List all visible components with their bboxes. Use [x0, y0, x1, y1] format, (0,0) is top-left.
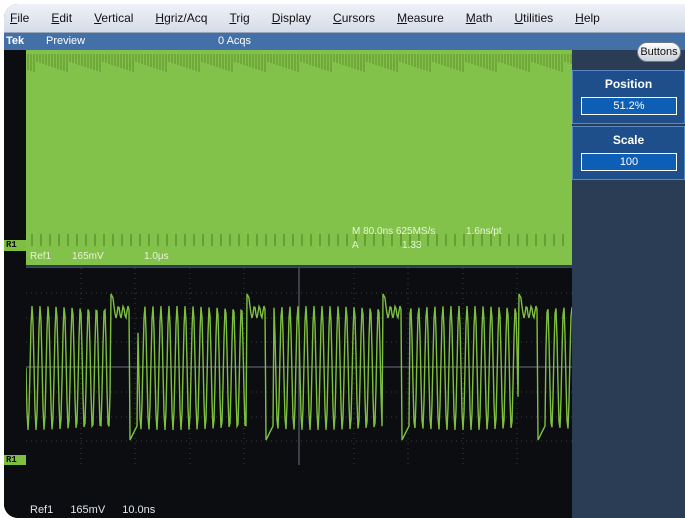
- overview-ref-time: 1.0μs: [144, 251, 169, 262]
- menu-utilities[interactable]: Utilities: [514, 11, 553, 25]
- zoom-waveform-display[interactable]: [26, 267, 572, 465]
- horizontal-readout: M 80.0ns 625MS/s: [352, 226, 436, 237]
- status-bar: Tek Preview 0 Acqs: [4, 33, 685, 50]
- trigger-source-readout: A: [352, 240, 359, 251]
- zoom-control-panel: Position 51.2% Scale 100: [572, 50, 685, 518]
- zoom-ref-label: Ref1: [30, 504, 54, 516]
- overview-waveform-display[interactable]: Ref1 165mV 1.0μs M 80.0ns 625MS/s 1.6ns/…: [26, 50, 572, 265]
- scale-value-field[interactable]: 100: [581, 153, 677, 171]
- zoom-ref-scale: 165mV: [70, 504, 106, 516]
- menu-math[interactable]: Math: [466, 11, 493, 25]
- position-control[interactable]: Position 51.2%: [572, 70, 685, 124]
- brand-label: Tek: [6, 35, 25, 47]
- menu-trig[interactable]: Trig: [229, 11, 249, 25]
- menu-display[interactable]: Display: [272, 11, 311, 25]
- scale-label: Scale: [612, 133, 645, 147]
- menu-measure[interactable]: Measure: [397, 11, 444, 25]
- acq-count-label: 0 Acqs: [218, 35, 252, 47]
- trigger-level-readout: 1.33: [402, 240, 422, 251]
- scale-control[interactable]: Scale 100: [572, 126, 685, 180]
- menu-edit[interactable]: Edit: [51, 11, 72, 25]
- scope-window: File Edit Vertical Hgriz/Acq Trig Display Curs…: [4, 4, 685, 518]
- buttons-button[interactable]: Buttons: [637, 42, 681, 62]
- position-value-field[interactable]: 51.2%: [581, 97, 677, 115]
- menu-horiz-acq[interactable]: Hgriz/Acq: [155, 11, 207, 25]
- resolution-readout: 1.6ns/pt: [466, 226, 502, 237]
- menu-file[interactable]: File: [10, 11, 29, 25]
- position-label: Position: [604, 77, 653, 91]
- zoom-ref-time: 10.0ns: [122, 504, 156, 516]
- channel-marker-strip: R1 R1: [4, 50, 26, 518]
- menu-cursors[interactable]: Cursors: [333, 11, 375, 25]
- ref1-upper-marker[interactable]: R1: [4, 240, 26, 251]
- menu-help[interactable]: Help: [575, 11, 600, 25]
- acq-mode-label: Preview: [46, 35, 86, 47]
- menu-vertical[interactable]: Vertical: [94, 11, 133, 25]
- zoom-waveform-svg: [26, 268, 572, 465]
- bottom-readout-bar: Ref1 165mV 10.0ns: [4, 465, 572, 518]
- overview-ref-scale: 165mV: [72, 251, 104, 262]
- menu-bar: File Edit Vertical Hgriz/Acq Trig Display Curs…: [4, 4, 685, 33]
- zoom-readout: Ref1 165mV 10.0ns: [30, 504, 169, 516]
- overview-trace-top: [27, 54, 572, 72]
- overview-ref-label: Ref1: [30, 251, 52, 262]
